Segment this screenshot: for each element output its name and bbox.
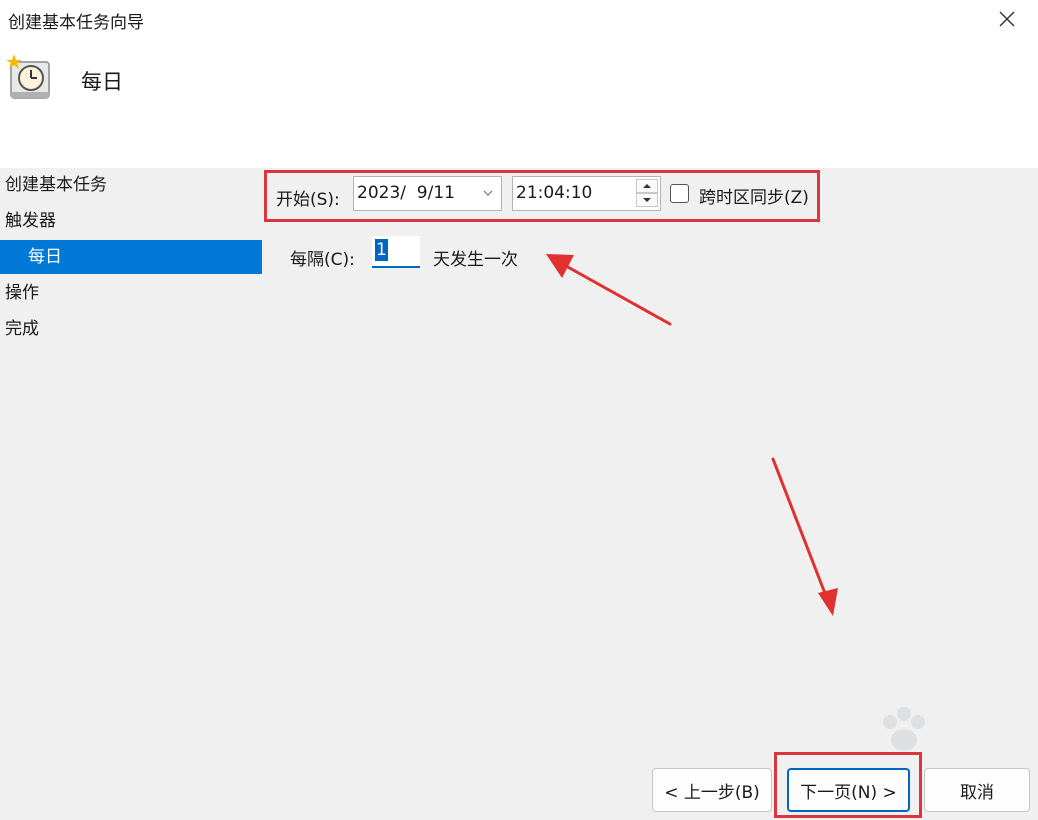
interval-days-value: 1 bbox=[375, 239, 388, 261]
interval-days-input[interactable]: 1 bbox=[372, 236, 420, 268]
chevron-down-icon bbox=[483, 190, 493, 196]
window-title: 创建基本任务向导 bbox=[8, 13, 144, 33]
spin-down-icon bbox=[643, 198, 651, 202]
create-basic-task-wizard-window: 创建基本任务向导 每日 创建基本任务 触发器 每日 操作 完成 开始(S): 2… bbox=[0, 0, 1038, 820]
interval-suffix-label: 天发生一次 bbox=[433, 250, 518, 270]
close-button[interactable] bbox=[990, 4, 1024, 34]
cancel-button[interactable]: 取消 bbox=[924, 768, 1030, 812]
sync-timezone-label[interactable]: 跨时区同步(Z) bbox=[699, 183, 809, 208]
arrow-to-interval bbox=[546, 254, 672, 326]
title-bar: 创建基本任务向导 bbox=[0, 0, 1038, 40]
start-time-value: 21:04:10 bbox=[516, 183, 593, 203]
sync-timezone-checkbox[interactable] bbox=[670, 184, 689, 203]
step-finish[interactable]: 完成 bbox=[0, 312, 262, 346]
close-icon bbox=[999, 11, 1015, 27]
spin-up-icon bbox=[643, 184, 651, 188]
step-create-basic-task[interactable]: 创建基本任务 bbox=[0, 168, 262, 202]
wizard-header: 每日 bbox=[0, 40, 1038, 168]
time-spin-down-button[interactable] bbox=[636, 193, 658, 207]
interval-label: 每隔(C): bbox=[290, 250, 355, 270]
start-date-picker[interactable]: 2023/ 9/11 bbox=[353, 176, 502, 211]
start-date-value: 2023/ 9/11 bbox=[357, 183, 455, 203]
start-time-input[interactable]: 21:04:10 bbox=[512, 176, 661, 211]
back-button[interactable]: < 上一步(B) bbox=[652, 768, 772, 812]
start-label: 开始(S): bbox=[276, 190, 340, 210]
arrow-to-next-button bbox=[771, 457, 838, 616]
step-action[interactable]: 操作 bbox=[0, 276, 262, 310]
next-button[interactable]: 下一页(N) > bbox=[787, 768, 910, 812]
scheduled-task-clock-icon bbox=[6, 54, 50, 99]
wizard-step-list: 创建基本任务 触发器 每日 操作 完成 bbox=[0, 168, 262, 820]
time-spin-up-button[interactable] bbox=[636, 179, 658, 193]
page-title: 每日 bbox=[81, 70, 123, 94]
step-trigger[interactable]: 触发器 bbox=[0, 204, 262, 238]
step-daily[interactable]: 每日 bbox=[0, 240, 262, 274]
